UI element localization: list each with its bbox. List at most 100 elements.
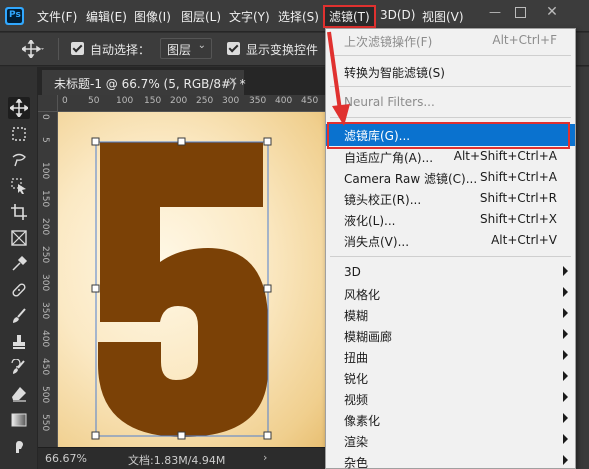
- transform-handle[interactable]: [91, 431, 100, 440]
- lasso-icon[interactable]: [8, 149, 30, 171]
- menu-item-camera-raw[interactable]: Camera Raw 滤镜(C)... Shift+Ctrl+A: [326, 167, 575, 188]
- ruler-tick-label: 250: [40, 246, 50, 264]
- vertical-ruler[interactable]: 0 5 100 150 200 250 300 350 400 450 500 …: [38, 112, 58, 447]
- document-tab[interactable]: 未标题-1 @ 66.7% (5, RGB/8#) * ×: [42, 70, 246, 95]
- menu-image[interactable]: 图像(I): [134, 8, 171, 25]
- menu-item-label: 杂色: [344, 456, 369, 469]
- menu-item-sharpen[interactable]: 锐化: [326, 367, 575, 388]
- history-brush-icon[interactable]: [8, 357, 30, 379]
- options-divider: [58, 38, 59, 60]
- frame-icon[interactable]: [8, 227, 30, 249]
- auto-select-label: 自动选择：: [90, 43, 151, 57]
- ruler-tick-label: 150: [144, 96, 162, 106]
- menu-item-stylize[interactable]: 风格化: [326, 283, 575, 304]
- menu-type[interactable]: 文字(Y): [229, 8, 270, 25]
- restore-icon[interactable]: [515, 7, 526, 18]
- zoom-level[interactable]: 66.67%: [45, 452, 87, 465]
- menu-3d[interactable]: 3D(D): [380, 8, 415, 22]
- menu-item-label: 风格化: [344, 288, 381, 302]
- menu-item-label: 镜头校正(R)...: [344, 193, 422, 207]
- healing-icon[interactable]: [8, 279, 30, 301]
- menu-layer[interactable]: 图层(L): [181, 8, 221, 25]
- transform-handle[interactable]: [263, 137, 272, 146]
- menu-item-adaptive-wide-angle[interactable]: 自适应广角(A)... Alt+Shift+Ctrl+A: [326, 146, 575, 167]
- ruler-tick-label: 450: [40, 358, 50, 376]
- menu-item-label: 消失点(V)...: [344, 235, 410, 249]
- transform-handle[interactable]: [177, 137, 186, 146]
- close-icon[interactable]: ✕: [545, 5, 559, 19]
- submenu-arrow-icon: [563, 413, 568, 423]
- photoshop-logo-icon[interactable]: Ps: [5, 7, 24, 25]
- menu-item-vanishing-point[interactable]: 消失点(V)... Alt+Ctrl+V: [326, 230, 575, 251]
- move-icon[interactable]: [8, 97, 30, 119]
- status-nav-arrow-icon[interactable]: ›: [263, 451, 267, 464]
- auto-select-checkbox[interactable]: [71, 42, 84, 55]
- menu-edit[interactable]: 编辑(E): [86, 8, 127, 25]
- stamp-icon[interactable]: [8, 331, 30, 353]
- menu-item-blur[interactable]: 模糊: [326, 304, 575, 325]
- ruler-tick-label: 5: [40, 137, 50, 143]
- ruler-tick-label: 200: [40, 218, 50, 236]
- submenu-arrow-icon: [563, 308, 568, 318]
- menu-item-3d[interactable]: 3D: [326, 262, 575, 283]
- ruler-tick-label: 350: [249, 96, 267, 106]
- transform-handle[interactable]: [263, 284, 272, 293]
- text-layer-five[interactable]: [58, 112, 325, 447]
- minimize-icon[interactable]: —: [488, 5, 502, 19]
- menu-item-distort[interactable]: 扭曲: [326, 346, 575, 367]
- tools-panel: [0, 67, 38, 469]
- menu-item-render[interactable]: 渲染: [326, 430, 575, 451]
- submenu-arrow-icon: [563, 329, 568, 339]
- marquee-icon[interactable]: [8, 123, 30, 145]
- crop-icon[interactable]: [8, 201, 30, 223]
- canvas-area[interactable]: [58, 112, 325, 447]
- menu-item-blur-gallery[interactable]: 模糊画廊: [326, 325, 575, 346]
- menu-item-shortcut: Shift+Ctrl+A: [480, 170, 557, 184]
- eyedropper-icon[interactable]: [8, 253, 30, 275]
- menu-item-last-filter[interactable]: 上次滤镜操作(F) Alt+Ctrl+F: [326, 30, 575, 51]
- brush-icon[interactable]: [8, 305, 30, 327]
- transform-handle[interactable]: [263, 431, 272, 440]
- smudge-icon[interactable]: [8, 435, 30, 457]
- show-transform-checkbox[interactable]: [227, 42, 240, 55]
- chevron-down-icon: ⌄: [197, 40, 206, 51]
- ruler-tick-label: 400: [275, 96, 293, 106]
- menu-item-label: 锐化: [344, 372, 369, 386]
- ruler-tick-label: 150: [40, 190, 50, 208]
- menu-item-label: 模糊画廊: [344, 330, 393, 344]
- menu-item-noise[interactable]: 杂色: [326, 451, 575, 469]
- ruler-tick-label: 250: [196, 96, 214, 106]
- tab-close-icon[interactable]: ×: [228, 74, 238, 88]
- transform-handle[interactable]: [91, 284, 100, 293]
- transform-handle[interactable]: [177, 431, 186, 440]
- horizontal-ruler[interactable]: 0 50 100 150 200 250 300 350 400 450: [58, 95, 325, 112]
- menu-item-lens-correction[interactable]: 镜头校正(R)... Shift+Ctrl+R: [326, 188, 575, 209]
- menu-item-liquify[interactable]: 液化(L)... Shift+Ctrl+X: [326, 209, 575, 230]
- ruler-tick-label: 400: [40, 330, 50, 348]
- transform-handle[interactable]: [91, 137, 100, 146]
- submenu-arrow-icon: [563, 287, 568, 297]
- submenu-arrow-icon: [563, 266, 568, 276]
- menu-view[interactable]: 视图(V): [422, 8, 464, 25]
- menu-select[interactable]: 选择(S): [278, 8, 319, 25]
- menu-item-pixelate[interactable]: 像素化: [326, 409, 575, 430]
- ruler-tick-label: 550: [40, 414, 50, 432]
- move-tool-preset-icon[interactable]: [20, 38, 44, 60]
- menu-item-video[interactable]: 视频: [326, 388, 575, 409]
- show-transform-label: 显示变换控件: [246, 43, 319, 57]
- auto-select-target-dropdown[interactable]: 图层 ⌄: [160, 38, 212, 59]
- eraser-icon[interactable]: [8, 383, 30, 405]
- menu-divider: [330, 55, 571, 56]
- object-select-icon[interactable]: [8, 175, 30, 197]
- menu-item-shortcut: Shift+Ctrl+R: [479, 191, 557, 205]
- document-size-info[interactable]: 文档:1.83M/4.94M: [128, 452, 225, 468]
- submenu-arrow-icon: [563, 350, 568, 360]
- menu-item-label: 视频: [344, 393, 369, 407]
- gradient-icon[interactable]: [8, 409, 30, 431]
- menu-file[interactable]: 文件(F): [37, 8, 77, 25]
- menu-item-neural-filters[interactable]: Neural Filters...: [326, 92, 575, 113]
- dropdown-value: 图层: [167, 43, 192, 57]
- ruler-tick-label: 350: [40, 302, 50, 320]
- menu-filter[interactable]: 滤镜(T): [329, 8, 370, 25]
- menu-item-convert-smart-filter[interactable]: 转换为智能滤镜(S): [326, 61, 575, 82]
